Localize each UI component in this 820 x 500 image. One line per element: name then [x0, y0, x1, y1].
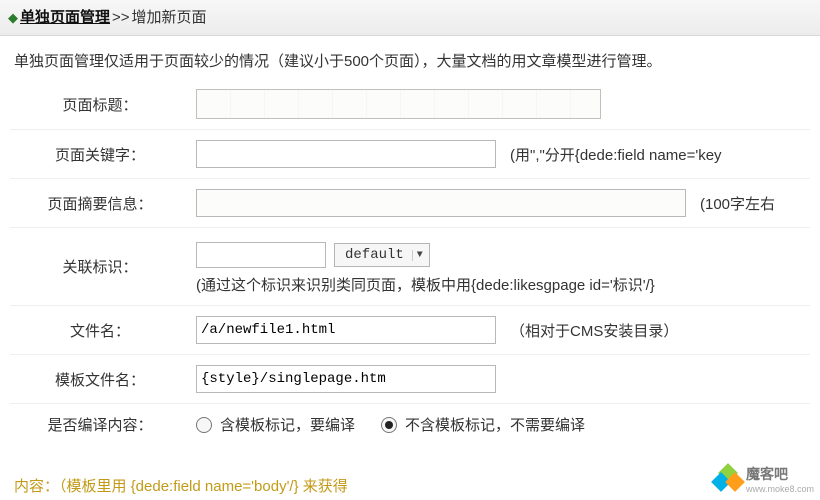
watermark-url: www.moke8.com	[746, 484, 814, 494]
row-keywords: 页面关键字： (用","分开{dede:field name='key	[10, 129, 810, 178]
label-summary: 页面摘要信息：	[10, 193, 196, 214]
footer-partial: 内容：（模板里用 {dede:field name='body'/} 来获得	[14, 475, 434, 496]
radio-compile-yes[interactable]: 含模板标记，要编译	[196, 414, 355, 435]
watermark: 魔客吧 www.moke8.com	[714, 464, 814, 494]
radio-label-yes: 含模板标记，要编译	[220, 414, 355, 435]
form-area: 页面标题： 页面关键字： (用","分开{dede:field name='ke…	[0, 79, 820, 445]
select-value: default	[345, 247, 404, 263]
breadcrumb: ◆单独页面管理>>增加新页面	[0, 0, 820, 36]
row-compile: 是否编译内容： 含模板标记，要编译 不含模板标记，不需要编译	[10, 403, 810, 445]
hint-relmark: (通过这个标识来识别类同页面，模板中用{dede:likesgpage id='…	[196, 274, 810, 295]
row-template: 模板文件名：	[10, 354, 810, 403]
radio-icon	[196, 417, 212, 433]
radio-label-no: 不含模板标记，不需要编译	[405, 414, 585, 435]
label-keywords: 页面关键字：	[10, 144, 196, 165]
label-title: 页面标题：	[10, 94, 196, 115]
diamond-icon: ◆	[8, 10, 18, 25]
chevron-down-icon: ▼	[412, 250, 427, 261]
hint-filename: （相对于CMS安装目录）	[510, 320, 678, 341]
watermark-name: 魔客吧	[746, 464, 814, 484]
hint-keywords: (用","分开{dede:field name='key	[510, 144, 722, 165]
breadcrumb-current: 增加新页面	[132, 9, 207, 26]
logo-icon	[714, 466, 742, 492]
label-template: 模板文件名：	[10, 369, 196, 390]
row-title: 页面标题：	[10, 79, 810, 129]
select-relmark[interactable]: default ▼	[334, 243, 430, 267]
row-relmark: 关联标识： default ▼ (通过这个标识来识别类同页面，模板中用{dede…	[10, 227, 810, 305]
breadcrumb-sep: >>	[112, 9, 130, 26]
intro-text: 单独页面管理仅适用于页面较少的情况（建议小于500个页面），大量文档的用文章模型…	[0, 36, 820, 79]
input-summary[interactable]	[196, 189, 686, 217]
label-filename: 文件名：	[10, 320, 196, 341]
breadcrumb-link[interactable]: 单独页面管理	[20, 9, 110, 26]
radio-icon	[381, 417, 397, 433]
input-template[interactable]	[196, 365, 496, 393]
row-summary: 页面摘要信息： (100字左右	[10, 178, 810, 227]
input-title[interactable]	[196, 89, 601, 119]
input-relmark[interactable]	[196, 242, 326, 268]
label-compile: 是否编译内容：	[10, 414, 196, 435]
input-filename[interactable]	[196, 316, 496, 344]
label-relmark: 关联标识：	[10, 242, 196, 277]
input-keywords[interactable]	[196, 140, 496, 168]
hint-summary: (100字左右	[700, 193, 775, 214]
radio-compile-no[interactable]: 不含模板标记，不需要编译	[381, 414, 585, 435]
row-filename: 文件名： （相对于CMS安装目录）	[10, 305, 810, 354]
